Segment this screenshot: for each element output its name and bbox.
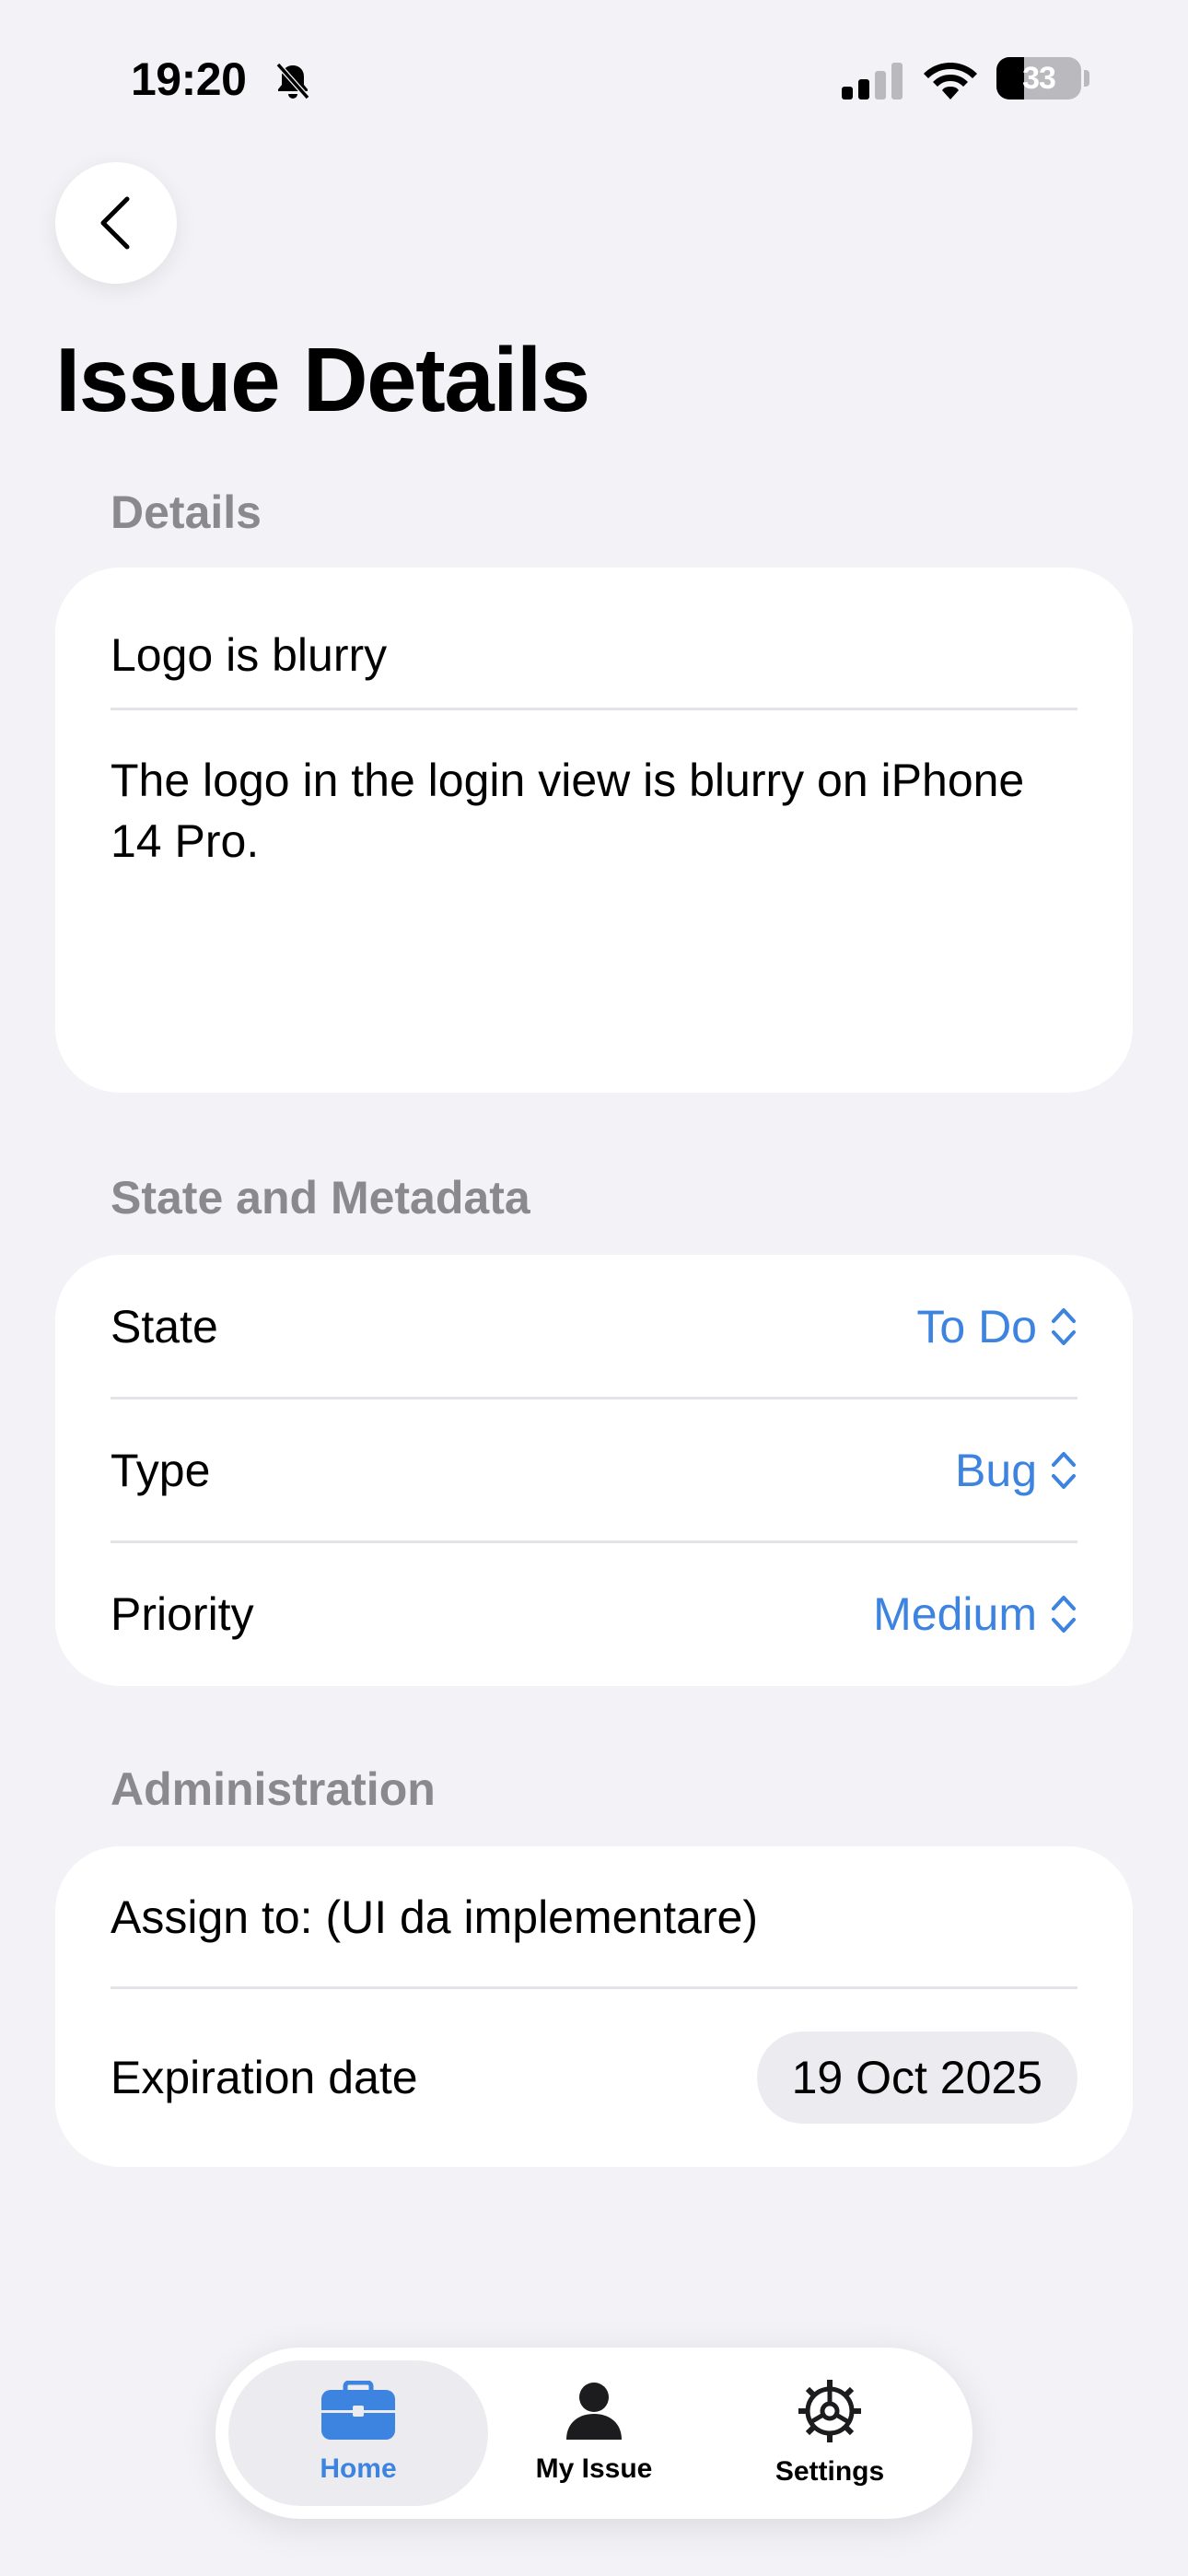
wifi-icon xyxy=(924,63,977,100)
expiration-row: Expiration date 19 Oct 2025 xyxy=(111,1988,1077,2167)
issue-title-value: Logo is blurry xyxy=(111,629,388,681)
tab-bar: Home My Issue Settings xyxy=(215,2348,973,2519)
state-row[interactable]: State To Do xyxy=(111,1255,1077,1399)
briefcase-icon xyxy=(321,2381,395,2440)
back-button[interactable] xyxy=(55,162,177,284)
tab-settings[interactable]: Settings xyxy=(700,2360,960,2506)
tab-settings-label: Settings xyxy=(775,2456,885,2487)
chevron-up-down-icon xyxy=(1052,1596,1076,1633)
state-picker[interactable]: To Do xyxy=(916,1299,1077,1354)
chevron-up-down-icon xyxy=(1052,1308,1076,1345)
expiration-label: Expiration date xyxy=(111,2052,418,2103)
battery-cap xyxy=(1084,70,1089,87)
priority-row[interactable]: Priority Medium xyxy=(111,1542,1077,1686)
administration-card: Assign to: (UI da implementare) Expirati… xyxy=(55,1846,1133,2167)
administration-section-header: Administration xyxy=(111,1763,436,1815)
issue-title-field[interactable]: Logo is blurry xyxy=(111,614,1077,697)
chevron-left-icon xyxy=(100,196,130,250)
battery-indicator: 33 xyxy=(996,57,1081,100)
gear-icon xyxy=(798,2380,861,2442)
type-picker[interactable]: Bug xyxy=(955,1443,1077,1498)
tab-home[interactable]: Home xyxy=(228,2360,488,2506)
tab-home-label: Home xyxy=(320,2453,397,2484)
priority-label: Priority xyxy=(111,1588,254,1640)
issue-description-value: The logo in the login view is blurry on … xyxy=(111,755,1025,867)
state-label: State xyxy=(111,1301,218,1352)
tab-my-issue[interactable]: My Issue xyxy=(464,2360,724,2506)
page-title: Issue Details xyxy=(55,329,590,430)
expiration-date-value: 19 Oct 2025 xyxy=(791,2052,1042,2103)
status-time: 19:20 xyxy=(131,53,247,105)
bell-slash-icon xyxy=(275,63,310,100)
issue-description-field[interactable]: The logo in the login view is blurry on … xyxy=(111,750,1077,1026)
details-card: Logo is blurry The logo in the login vie… xyxy=(55,568,1133,1093)
state-metadata-section-header: State and Metadata xyxy=(111,1172,530,1224)
type-value: Bug xyxy=(955,1445,1037,1496)
person-icon xyxy=(566,2383,622,2440)
state-value: To Do xyxy=(916,1301,1037,1352)
expiration-date-picker[interactable]: 19 Oct 2025 xyxy=(756,2032,1077,2124)
screen: 19:20 33 Issue Details Details Logo is b… xyxy=(0,0,1188,2576)
priority-value: Medium xyxy=(873,1588,1037,1640)
battery-percent: 33 xyxy=(1022,61,1056,96)
divider xyxy=(111,708,1077,710)
tab-my-issue-label: My Issue xyxy=(535,2453,653,2484)
details-section-header: Details xyxy=(111,486,262,538)
assign-label: Assign to: (UI da implementare) xyxy=(111,1891,759,1943)
assign-row[interactable]: Assign to: (UI da implementare) xyxy=(111,1846,1077,1988)
chevron-up-down-icon xyxy=(1052,1452,1076,1489)
type-row[interactable]: Type Bug xyxy=(111,1399,1077,1542)
type-label: Type xyxy=(111,1445,211,1496)
cellular-signal-icon xyxy=(842,63,903,100)
state-metadata-card: State To Do Type Bug Priority Medium xyxy=(55,1255,1133,1686)
priority-picker[interactable]: Medium xyxy=(873,1587,1077,1642)
